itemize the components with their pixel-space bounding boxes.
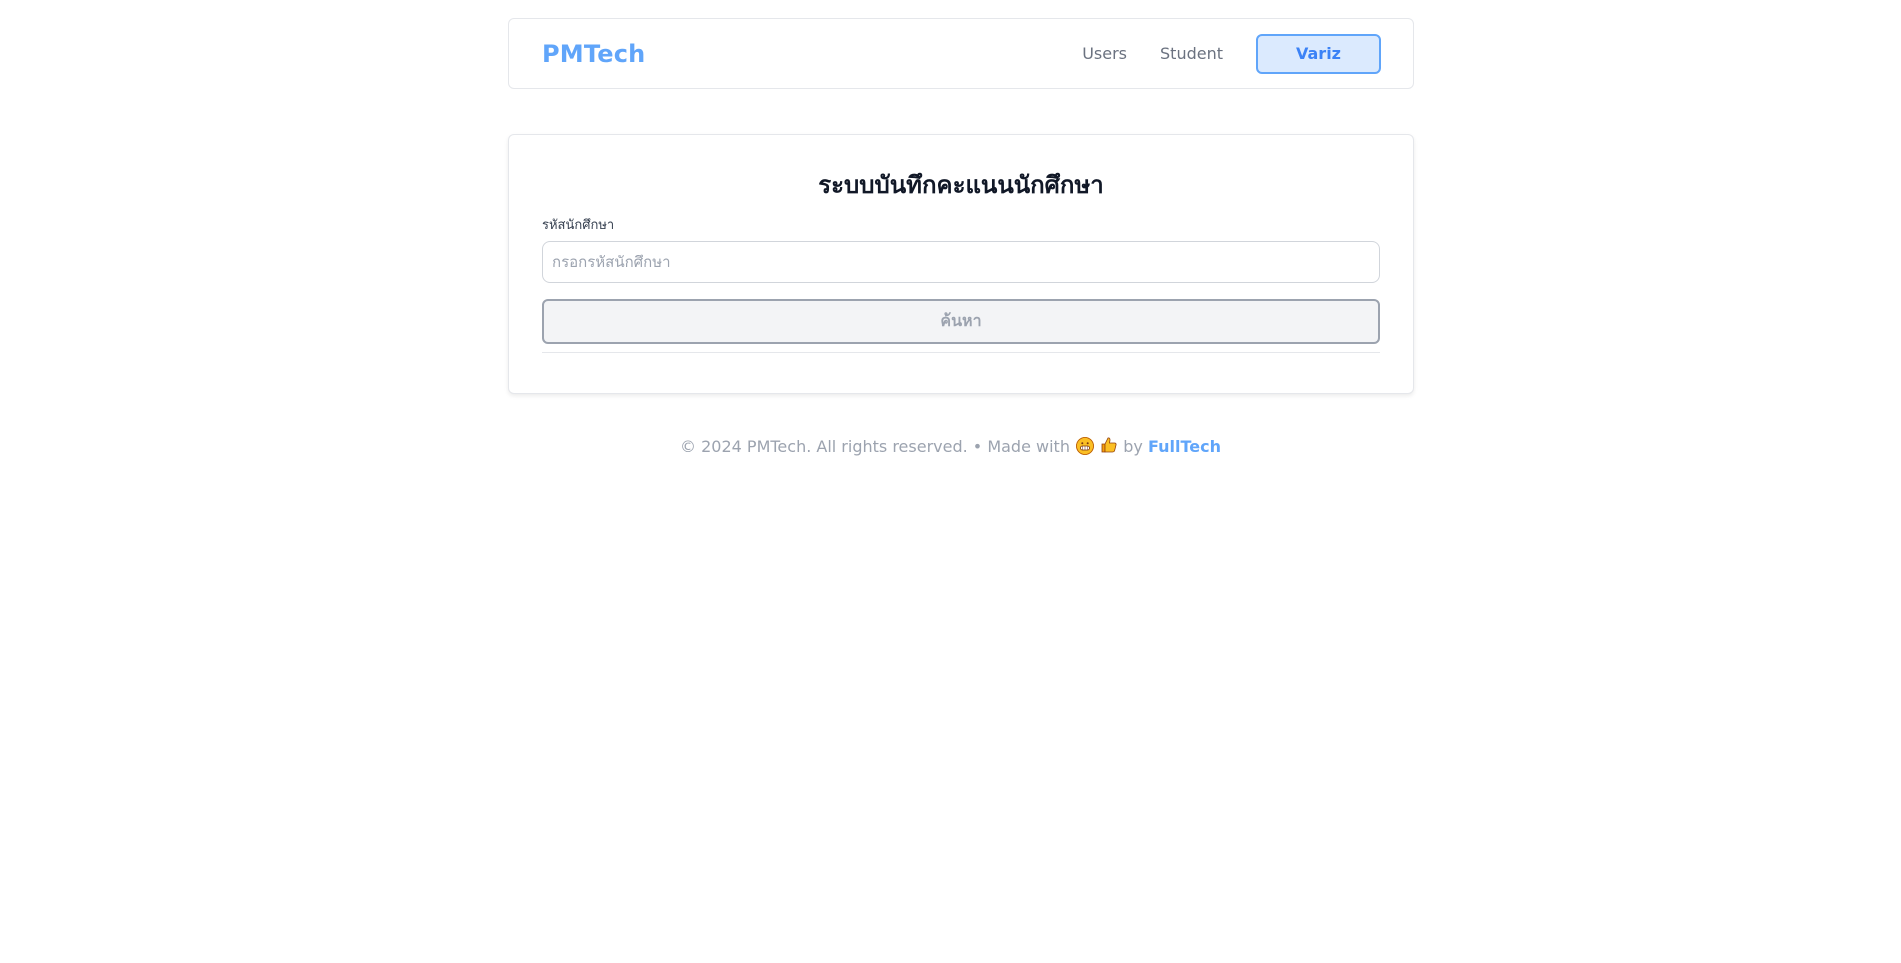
brand-logo[interactable]: PMTech xyxy=(542,40,645,68)
page-title: ระบบบันทึกคะแนนนักศึกษา xyxy=(818,171,1104,199)
nav-link-student[interactable]: Student xyxy=(1160,44,1223,63)
thumbs-up-icon xyxy=(1100,436,1118,458)
footer-text: © 2024 PMTech. All rights reserved. • Ma… xyxy=(680,437,1070,456)
divider xyxy=(542,352,1380,353)
footer: © 2024 PMTech. All rights reserved. • Ma… xyxy=(0,436,1901,458)
footer-brand-link[interactable]: FullTech xyxy=(1148,437,1221,456)
nav-button-variz[interactable]: Variz xyxy=(1256,33,1381,74)
footer-by-text: by xyxy=(1123,437,1143,456)
search-card: ระบบบันทึกคะแนนนักศึกษา รหัสนักศึกษา ค้น… xyxy=(508,134,1414,394)
search-button[interactable]: ค้นหา xyxy=(542,299,1380,344)
nav-link-users[interactable]: Users xyxy=(1082,44,1127,63)
student-id-label: รหัสนักศึกษา xyxy=(542,218,615,233)
student-id-input[interactable] xyxy=(542,241,1380,283)
top-navbar: PMTech Users Student Variz xyxy=(508,18,1414,89)
nav-links: Users Student Variz xyxy=(1049,33,1381,74)
grinning-face-icon xyxy=(1076,437,1095,455)
